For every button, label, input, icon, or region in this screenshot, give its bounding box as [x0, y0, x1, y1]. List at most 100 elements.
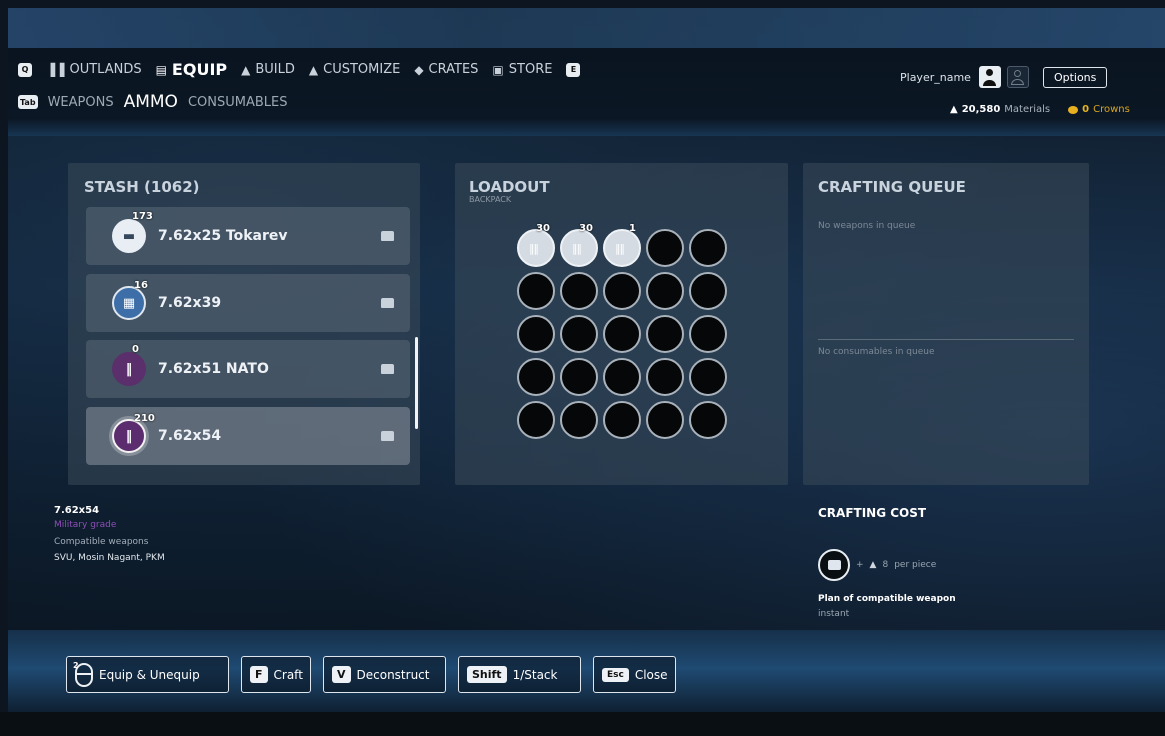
profile-icon[interactable]	[978, 66, 1001, 88]
craft-plan-icon	[381, 431, 394, 441]
bottom-bar	[0, 712, 1165, 736]
currency-display: ▲ 20,580 Materials 0 Crowns	[950, 104, 1130, 115]
backpack-slot-empty[interactable]	[689, 358, 727, 396]
craft-key: F	[250, 666, 268, 683]
item-info-title: 7.62x54	[54, 505, 100, 516]
next-tab-key[interactable]: E	[566, 62, 581, 77]
tab-store[interactable]: ▣ STORE	[492, 62, 552, 77]
backpack-slot-empty[interactable]	[603, 272, 641, 310]
cartridges-icon: ‖‖	[529, 242, 539, 255]
stash-title: STASH (1062)	[84, 178, 200, 196]
tab-key[interactable]: Tab	[18, 95, 38, 109]
close-button[interactable]: Esc Close	[593, 656, 676, 693]
plus-sign: +	[856, 560, 864, 570]
backpack-slot-empty[interactable]	[646, 401, 684, 439]
equip-label: Equip & Unequip	[99, 667, 200, 682]
backpack-slot-empty[interactable]	[560, 401, 598, 439]
bullet-icon: ▬ 173	[112, 211, 153, 253]
stack-label: 1/Stack	[512, 667, 558, 682]
stash-scrollbar[interactable]	[415, 337, 418, 429]
deconstruct-label: Deconstruct	[356, 667, 430, 682]
cartridges-icon: ‖ 210	[112, 413, 155, 453]
backpack-slot-empty[interactable]	[517, 401, 555, 439]
prev-tab-key[interactable]: Q	[18, 62, 32, 77]
slot-count: 30	[579, 223, 593, 234]
helmet-icon: ▲	[308, 62, 319, 77]
party-slot-icon[interactable]	[1006, 66, 1029, 88]
house-icon: ▲	[241, 62, 251, 77]
crate-icon: ◆	[414, 62, 424, 77]
tab-crates[interactable]: ◆ CRATES	[414, 62, 478, 77]
backpack-slot-empty[interactable]	[646, 358, 684, 396]
compatible-label: Compatible weapons	[54, 537, 149, 547]
item-count: 0	[132, 344, 139, 355]
sub-nav: Tab WEAPONS AMMO CONSUMABLES	[18, 92, 287, 112]
backpack-slot-empty[interactable]	[517, 315, 555, 353]
stack-key: Shift	[467, 666, 507, 683]
backpack-slot-empty[interactable]	[689, 272, 727, 310]
backpack-slot-empty[interactable]	[646, 272, 684, 310]
backpack-slot-empty[interactable]	[603, 315, 641, 353]
craft-label: Craft	[273, 667, 303, 682]
stash-item[interactable]: ▬ 173 7.62x25 Tokarev	[86, 207, 410, 265]
materials-icon: ▲	[950, 104, 958, 115]
craft-button[interactable]: F Craft	[241, 656, 311, 693]
stack-button[interactable]: Shift 1/Stack	[458, 656, 581, 693]
backpack-slot-empty[interactable]	[517, 358, 555, 396]
tab-build[interactable]: ▲ BUILD	[241, 62, 295, 77]
tab-outlands[interactable]: ▐▐ OUTLANDS	[46, 62, 142, 77]
queue-divider	[818, 339, 1074, 340]
backpack-slot-empty[interactable]	[603, 401, 641, 439]
bars-icon: ▐▐	[46, 62, 65, 77]
backpack-slot-filled[interactable]: 30 ‖‖	[517, 223, 555, 267]
player-name: Player_name	[900, 70, 971, 84]
stash-item[interactable]: ▦ 16 7.62x39	[86, 274, 410, 332]
backpack-slot-empty[interactable]	[646, 315, 684, 353]
tab-label: OUTLANDS	[69, 62, 142, 77]
backpack-slot-empty[interactable]	[560, 358, 598, 396]
craft-plan-icon	[381, 364, 394, 374]
backpack-slot-empty[interactable]	[689, 229, 727, 267]
cartridges-icon: ‖ 0	[112, 344, 146, 386]
subtab-consumables[interactable]: CONSUMABLES	[188, 95, 288, 110]
backpack-slot-empty[interactable]	[560, 272, 598, 310]
craft-plan-icon	[381, 298, 394, 308]
tab-label: EQUIP	[171, 60, 228, 79]
tab-label: CRATES	[428, 62, 479, 77]
item-name: 7.62x25 Tokarev	[158, 228, 288, 244]
loadout-subtitle: BACKPACK	[469, 195, 512, 204]
subtab-weapons[interactable]: WEAPONS	[48, 95, 114, 110]
plan-icon	[818, 549, 850, 581]
deconstruct-key: V	[332, 666, 351, 683]
backpack-slot-empty[interactable]	[689, 315, 727, 353]
materials-label: Materials	[1004, 104, 1051, 115]
subtab-ammo[interactable]: AMMO	[124, 92, 178, 112]
backpack-slot-filled[interactable]: 1 ‖‖	[603, 223, 641, 267]
cartridges-icon: ‖‖	[615, 242, 625, 255]
item-name: 7.62x54	[158, 428, 222, 444]
craft-time: instant	[818, 609, 850, 619]
tab-label: CUSTOMIZE	[323, 62, 401, 77]
tab-customize[interactable]: ▲ CUSTOMIZE	[309, 62, 400, 77]
crafting-queue-title: CRAFTING QUEUE	[818, 178, 966, 196]
backpack-slot-empty[interactable]	[603, 358, 641, 396]
backpack-slot-empty[interactable]	[517, 272, 555, 310]
backpack-slot-empty[interactable]	[646, 229, 684, 267]
stash-item[interactable]: ‖ 0 7.62x51 NATO	[86, 340, 410, 398]
equip-unequip-button[interactable]: 2 Equip & Unequip	[66, 656, 229, 693]
mouse-tag: 2	[73, 660, 79, 670]
backpack-slot-empty[interactable]	[560, 315, 598, 353]
crowns-label: Crowns	[1093, 104, 1130, 115]
backpack-slot-filled[interactable]: 30 ‖‖	[560, 223, 598, 267]
tab-label: STORE	[508, 62, 553, 77]
item-count: 16	[134, 280, 148, 291]
top-backdrop	[8, 8, 1165, 48]
options-button[interactable]: Options	[1042, 66, 1108, 88]
tab-label: BUILD	[255, 62, 295, 77]
stash-item-selected[interactable]: ‖ 210 7.62x54	[86, 407, 410, 465]
deconstruct-button[interactable]: V Deconstruct	[323, 656, 446, 693]
backpack-slot-empty[interactable]	[689, 401, 727, 439]
item-count: 210	[134, 413, 155, 424]
close-key: Esc	[602, 667, 629, 682]
tab-equip[interactable]: ▤ EQUIP	[156, 60, 228, 79]
